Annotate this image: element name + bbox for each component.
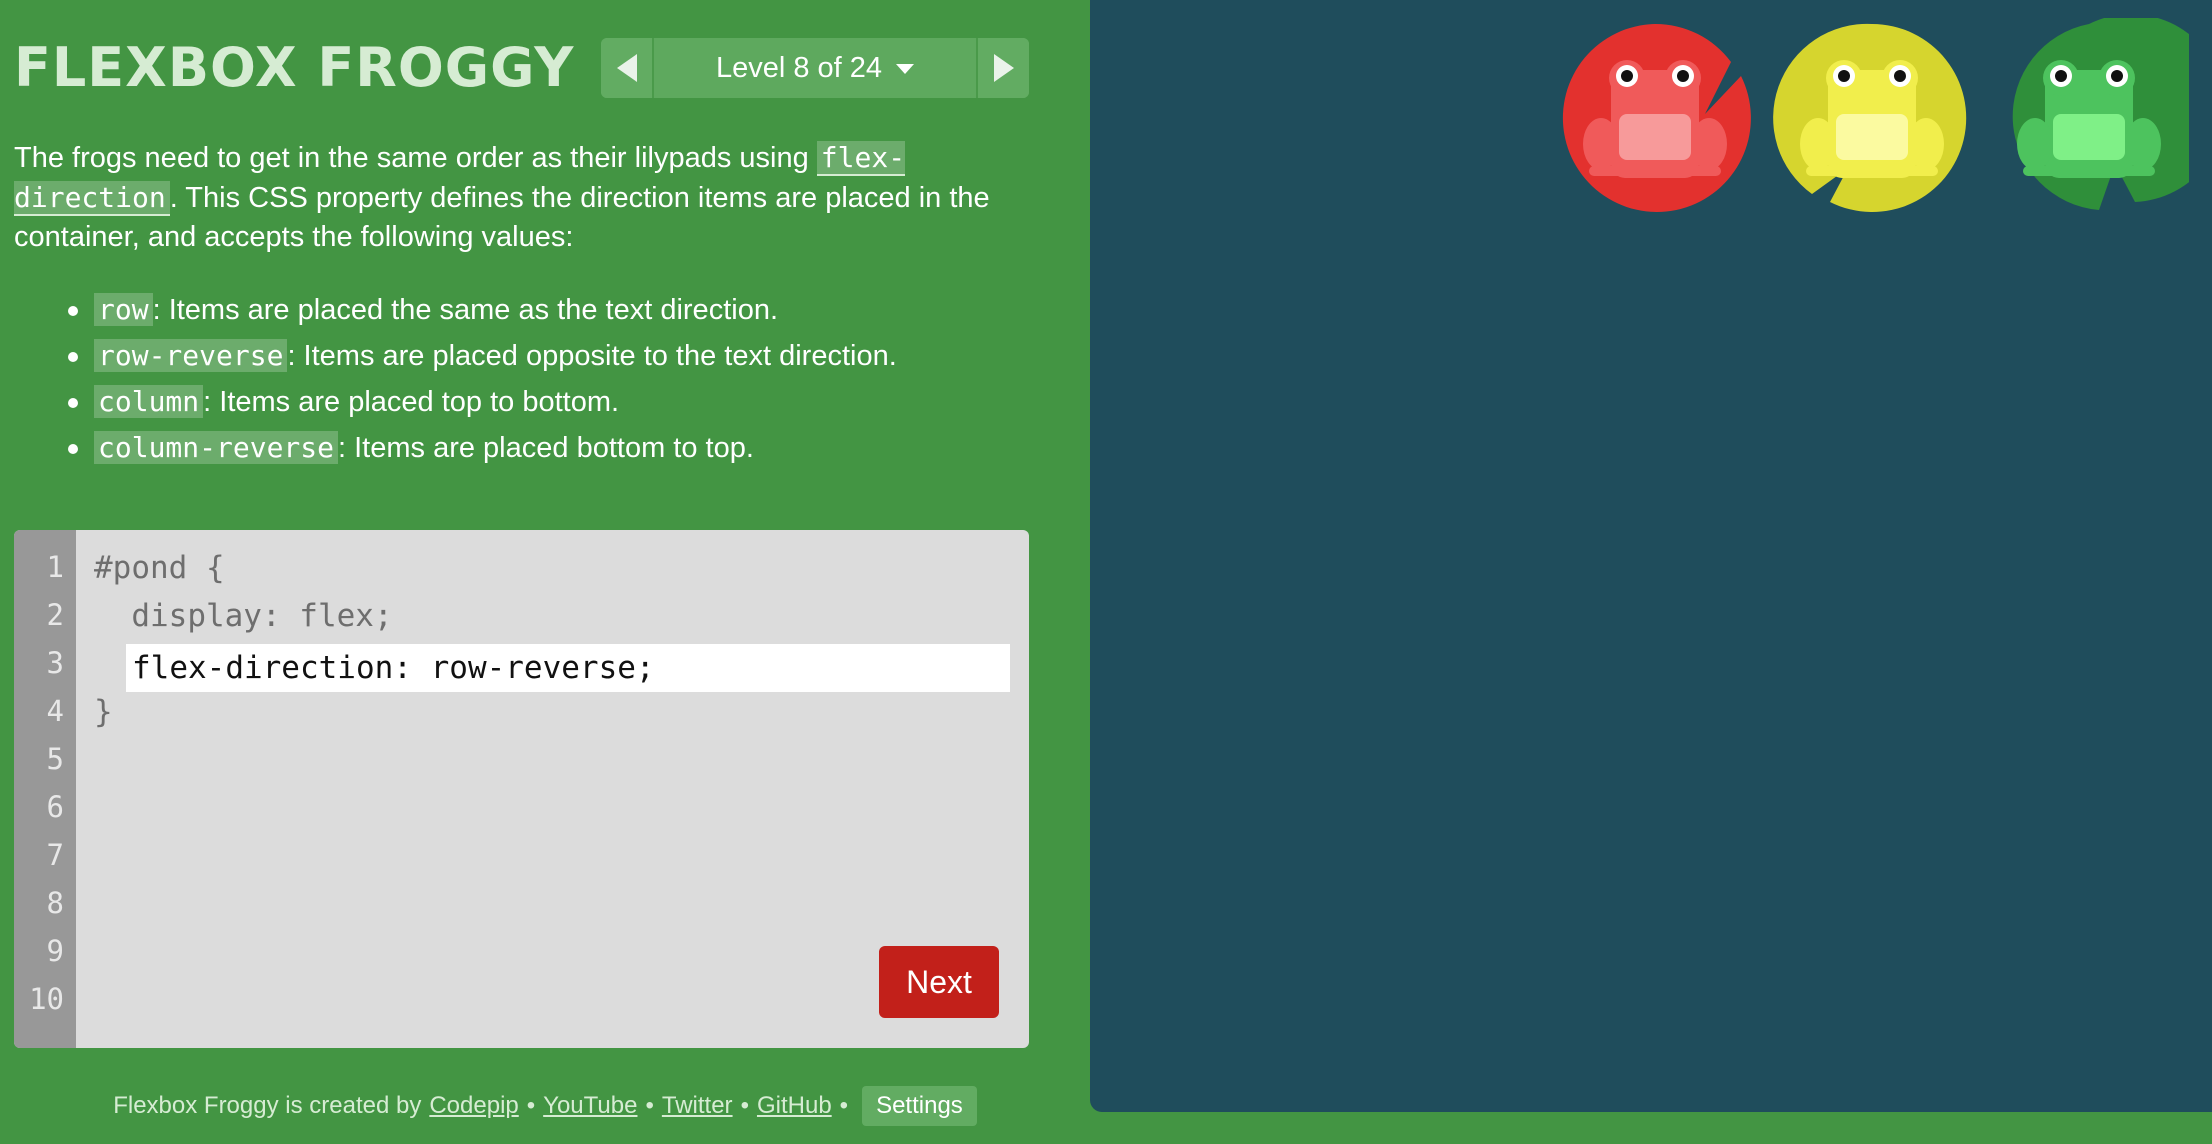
value-code: column: [94, 385, 204, 418]
pond: [1090, 0, 2212, 1112]
instructions-intro: The frogs need to get in the same order …: [14, 141, 990, 253]
line-number: 7: [46, 838, 64, 872]
value-code: column-reverse: [94, 431, 339, 464]
sidebar: FLEXBOX FROGGY Level 8 of 24 The frogs n…: [0, 0, 1090, 1144]
triangle-right-icon: [993, 54, 1014, 82]
level-indicator-dropdown[interactable]: Level 8 of 24: [654, 38, 976, 98]
instructions: The frogs need to get in the same order …: [14, 138, 1024, 257]
line-number: 2: [46, 598, 64, 632]
line-number: 3: [46, 646, 64, 680]
line-number: 5: [46, 742, 64, 776]
yellow-frog-on-lilypad: [1772, 18, 1972, 218]
level-indicator-label: Level 8 of 24: [715, 51, 883, 84]
footer-credit: Flexbox Froggy is created by: [113, 1092, 422, 1119]
list-item: row-reverse: Items are placed opposite t…: [64, 333, 1024, 379]
footer-separator: •: [645, 1092, 654, 1119]
previous-level-button[interactable]: [601, 38, 654, 98]
green-frog-icon: [2012, 14, 2212, 210]
value-description: : Items are placed the same as the text …: [152, 294, 779, 326]
game-title: FLEXBOX FROGGY: [14, 36, 575, 99]
footer-separator: •: [839, 1092, 849, 1119]
red-frog-on-lilypad: [1555, 18, 1755, 218]
list-item: row: Items are placed the same as the te…: [64, 287, 1024, 333]
value-code: row: [94, 293, 153, 326]
code-line-1: #pond {: [94, 550, 225, 586]
footer-separator: •: [526, 1092, 536, 1119]
caret-down-icon: [896, 64, 915, 74]
line-number: 9: [46, 934, 64, 968]
code-line-4: }: [94, 694, 113, 730]
github-link[interactable]: GitHub: [757, 1092, 832, 1120]
intro-text-before: The frogs need to get in the same order …: [14, 142, 817, 174]
line-number: 10: [29, 982, 64, 1016]
settings-button[interactable]: Settings: [862, 1086, 977, 1126]
youtube-link[interactable]: YouTube: [543, 1092, 637, 1120]
next-button[interactable]: Next: [879, 946, 999, 1018]
codepip-link[interactable]: Codepip: [429, 1092, 518, 1120]
next-level-button[interactable]: [976, 38, 1029, 98]
value-description: : Items are placed bottom to top.: [338, 432, 754, 464]
footer-separator: •: [740, 1092, 749, 1119]
footer: Flexbox Froggy is created by Codepip • Y…: [0, 1086, 1090, 1126]
green-frog-on-lilypad: [1989, 14, 2212, 218]
code-editor: 1 2 3 4 5 6 7 8 9 10 #pond { display: fl…: [14, 530, 1029, 1048]
twitter-link[interactable]: Twitter: [662, 1092, 733, 1120]
list-item: column-reverse: Items are placed bottom …: [64, 425, 1024, 471]
yellow-frog-icon: [1773, 23, 1967, 212]
triangle-left-icon: [616, 54, 637, 82]
values-list: row: Items are placed the same as the te…: [64, 287, 1024, 471]
value-description: : Items are placed top to bottom.: [203, 386, 620, 418]
value-code: row-reverse: [94, 339, 288, 372]
list-item: column: Items are placed top to bottom.: [64, 379, 1024, 425]
line-number: 8: [46, 886, 64, 920]
line-number: 4: [46, 694, 64, 728]
line-number: 6: [46, 790, 64, 824]
value-description: : Items are placed opposite to the text …: [287, 340, 897, 372]
level-navigation: Level 8 of 24: [601, 38, 1029, 98]
code-line-2: display: flex;: [94, 598, 393, 634]
red-frog-icon: [1562, 23, 1751, 212]
line-number: 1: [46, 550, 64, 584]
css-code-input[interactable]: [126, 644, 1010, 692]
line-number-gutter: 1 2 3 4 5 6 7 8 9 10: [14, 530, 76, 1048]
